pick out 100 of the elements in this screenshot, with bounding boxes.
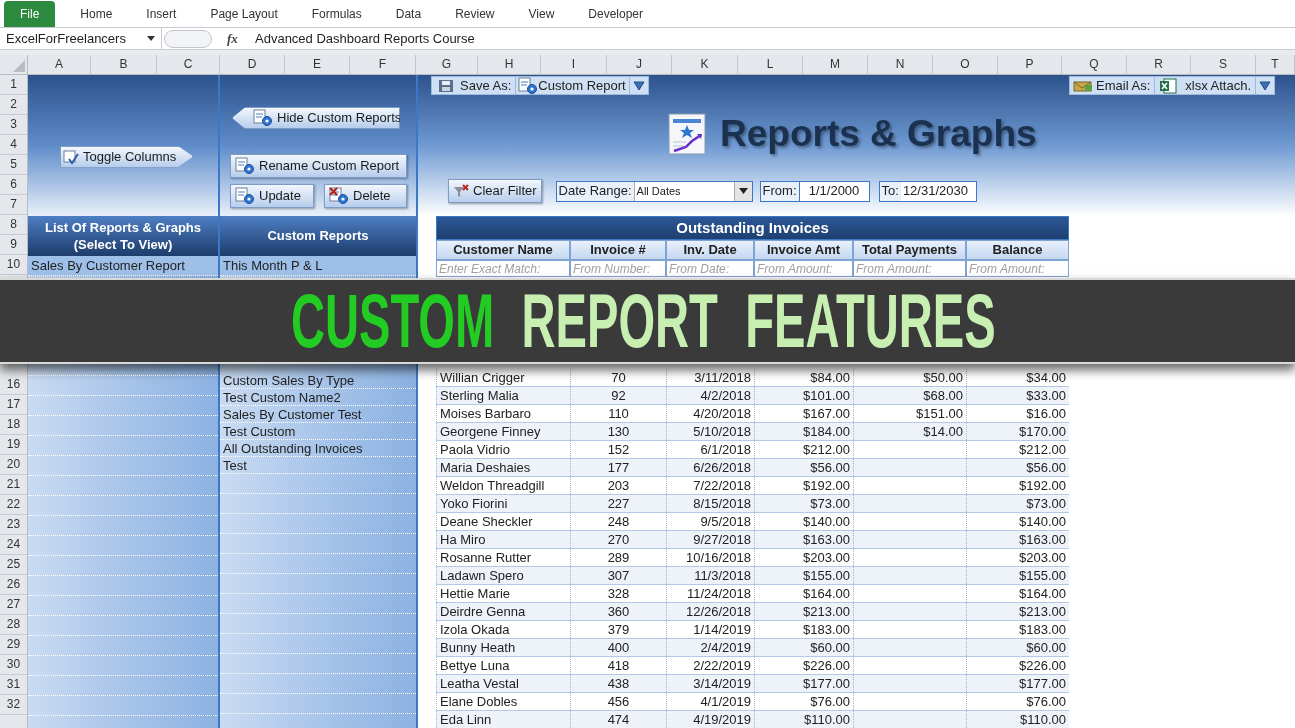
toggle-columns-button[interactable]: Toggle Columns xyxy=(60,145,194,168)
row-header[interactable]: 9 xyxy=(0,235,27,255)
row-header[interactable]: 6 xyxy=(0,175,27,195)
row-header[interactable]: 4 xyxy=(0,135,27,155)
clear-filter-button[interactable]: Clear Filter xyxy=(448,179,542,203)
table-cell: 3/11/2018 xyxy=(694,370,751,385)
row-header[interactable]: 17 xyxy=(0,395,27,415)
column-header[interactable]: H xyxy=(478,55,541,74)
ribbon-tab[interactable]: File xyxy=(4,1,56,27)
column-heading: Invoice # xyxy=(570,240,666,260)
column-header[interactable]: E xyxy=(285,55,350,74)
column-header[interactable]: T xyxy=(1256,55,1295,74)
filter-input[interactable]: From Date: xyxy=(666,260,754,277)
row-header[interactable]: 28 xyxy=(0,615,27,635)
dropdown-caret-icon xyxy=(147,36,155,41)
ribbon-tab[interactable]: Review xyxy=(438,1,512,27)
table-cell: $203.00 xyxy=(1019,550,1066,565)
column-header[interactable]: P xyxy=(998,55,1062,74)
row-header[interactable]: 10 xyxy=(0,255,27,275)
column-header[interactable]: R xyxy=(1127,55,1191,74)
row-header[interactable]: 18 xyxy=(0,415,27,435)
to-date-field[interactable]: To: 12/31/2030 xyxy=(878,180,977,202)
row-header[interactable]: 21 xyxy=(0,475,27,495)
table-cell: Maria Deshaies xyxy=(440,460,531,475)
name-box[interactable]: ExcelForFreelancers xyxy=(0,28,162,49)
ribbon-tab[interactable]: Insert xyxy=(129,1,194,27)
row-header[interactable]: 30 xyxy=(0,655,27,675)
row-header[interactable]: 20 xyxy=(0,455,27,475)
rename-button[interactable]: Rename Custom Report xyxy=(230,154,407,178)
filter-input[interactable]: Enter Exact Match: xyxy=(436,260,570,277)
ribbon-tab[interactable]: Developer xyxy=(571,1,660,27)
column-header[interactable]: I xyxy=(541,55,607,74)
column-header[interactable]: A xyxy=(28,55,91,74)
column-header[interactable]: G xyxy=(416,55,478,74)
filter-input[interactable]: From Amount: xyxy=(754,260,853,277)
row-header[interactable]: 22 xyxy=(0,495,27,515)
custom-report-item[interactable]: Test xyxy=(220,457,416,474)
table-cell: Deirdre Genna xyxy=(440,604,526,619)
row-header[interactable]: 2 xyxy=(0,95,27,115)
row-header[interactable]: 27 xyxy=(0,595,27,615)
column-header[interactable]: K xyxy=(672,55,738,74)
date-range-dropdown[interactable]: Date Range: All Dates xyxy=(555,180,753,202)
column-header[interactable]: C xyxy=(157,55,220,74)
custom-report-item[interactable]: Custom Sales By Type xyxy=(220,372,416,389)
column-header[interactable]: Q xyxy=(1062,55,1127,74)
table-cell: $34.00 xyxy=(1026,370,1066,385)
row-header[interactable]: 29 xyxy=(0,635,27,655)
filter-input[interactable]: From Number: xyxy=(570,260,666,277)
row-header[interactable]: 25 xyxy=(0,555,27,575)
ribbon-tab[interactable]: Page Layout xyxy=(193,1,295,27)
custom-report-item[interactable]: All Outstanding Invoices xyxy=(220,440,416,457)
column-header[interactable]: B xyxy=(91,55,157,74)
row-header[interactable]: 23 xyxy=(0,515,27,535)
column-header[interactable]: M xyxy=(803,55,868,74)
update-button[interactable]: Update xyxy=(230,184,314,208)
formula-text[interactable]: Advanced Dashboard Reports Course xyxy=(255,28,475,49)
column-header[interactable]: S xyxy=(1191,55,1256,74)
table-cell: 2/4/2019 xyxy=(700,640,751,655)
email-as-dropdown[interactable]: xlsx Attach. xyxy=(1154,77,1274,94)
column-header[interactable]: O xyxy=(933,55,998,74)
function-label[interactable]: fx xyxy=(227,28,253,49)
custom-report-item[interactable]: Sales By Customer Test xyxy=(220,406,416,423)
column-header[interactable]: F xyxy=(350,55,416,74)
filter-input[interactable]: From Amount: xyxy=(966,260,1069,277)
from-date-field[interactable]: From: 1/1/2000 xyxy=(759,180,870,202)
table-cell: $164.00 xyxy=(1019,586,1066,601)
column-header[interactable]: D xyxy=(220,55,285,74)
row-header[interactable]: 26 xyxy=(0,575,27,595)
table-cell: $192.00 xyxy=(1019,478,1066,493)
report-list-item[interactable]: Sales By Customer Report xyxy=(28,256,218,276)
row-header[interactable]: 16 xyxy=(0,375,27,395)
column-header[interactable]: J xyxy=(607,55,672,74)
table-cell: Izola Okada xyxy=(440,622,510,637)
row-header[interactable]: 5 xyxy=(0,155,27,175)
row-header[interactable]: 7 xyxy=(0,195,27,215)
row-header[interactable]: 8 xyxy=(0,215,27,235)
custom-report-item[interactable]: Test Custom Name2 xyxy=(220,389,416,406)
email-as-label: Email As: xyxy=(1096,76,1152,95)
ribbon-tab[interactable]: Home xyxy=(63,1,130,27)
select-all-icon[interactable] xyxy=(13,60,25,72)
custom-report-item[interactable]: This Month P & L xyxy=(220,256,416,276)
save-as-dropdown[interactable]: Custom Report xyxy=(515,77,648,94)
ribbon-tab[interactable]: Data xyxy=(378,1,439,27)
row-header[interactable]: 24 xyxy=(0,535,27,555)
row-header[interactable]: 31 xyxy=(0,675,27,695)
row-header[interactable]: 32 xyxy=(0,695,27,715)
row-header[interactable]: 19 xyxy=(0,435,27,455)
delete-button[interactable]: Delete xyxy=(324,184,407,208)
column-header[interactable]: L xyxy=(738,55,803,74)
ribbon-tab[interactable]: View xyxy=(511,1,572,27)
table-cell: 203 xyxy=(607,478,630,493)
table-cell: $56.00 xyxy=(810,460,850,475)
row-header[interactable]: 1 xyxy=(0,75,27,95)
row-header[interactable]: 3 xyxy=(0,115,27,135)
column-header[interactable]: N xyxy=(868,55,933,74)
ribbon-tab[interactable]: Formulas xyxy=(294,1,379,27)
hide-custom-reports-button[interactable]: Hide Custom Reports xyxy=(232,107,400,129)
filter-input[interactable]: From Amount: xyxy=(853,260,966,277)
table-cell: $170.00 xyxy=(1019,424,1066,439)
custom-report-item[interactable]: Test Custom xyxy=(220,423,416,440)
